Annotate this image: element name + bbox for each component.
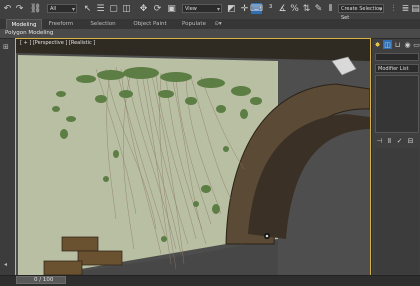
scene-explorer-icon[interactable]: ⊞ <box>3 43 9 51</box>
selection-filter-dropdown[interactable]: All <box>47 4 77 14</box>
rectangular-selection-icon[interactable]: ▢ <box>108 3 119 14</box>
tab-selection[interactable]: Selection <box>86 19 120 29</box>
select-and-rotate-icon[interactable]: ⟳ <box>152 3 163 14</box>
brick <box>61 236 99 252</box>
named-selection-sets-dropdown[interactable]: Create Selection Set <box>338 4 384 21</box>
main-toolbar: ↶ ↷ ⛓ All ↖ ☰ ▢ ◫ ✥ ⟳ ▣ View ◩ ✛ ⌨ ³ ∡ %… <box>0 0 420 21</box>
cursor-icon <box>264 233 270 239</box>
viewport-scene <box>16 39 370 275</box>
redo-icon[interactable]: ↷ <box>14 3 25 14</box>
modify-tab-icon[interactable]: ◫ <box>383 40 392 49</box>
percent-snap-icon[interactable]: % <box>289 3 300 14</box>
brick <box>43 260 83 275</box>
frame-counter: 0 / 100 <box>34 277 54 283</box>
spinner-snap-icon[interactable]: ⇅ <box>301 3 312 14</box>
ribbon-panel-bar: Polygon Modeling <box>0 29 420 39</box>
modifier-list-dropdown[interactable]: Modifier List <box>375 64 419 73</box>
tab-object-paint[interactable]: Object Paint <box>130 19 170 29</box>
configure-sets-icon[interactable]: ⊟ <box>406 136 415 145</box>
select-and-move-icon[interactable]: ✥ <box>138 3 149 14</box>
select-link-icon[interactable]: ⛓ <box>30 3 41 14</box>
display-tab-icon[interactable]: ▭ <box>412 40 420 49</box>
make-unique-icon[interactable]: ✓ <box>395 136 404 145</box>
ribbon-panel-label[interactable]: Polygon Modeling <box>5 29 53 38</box>
tab-populate[interactable]: Populate <box>178 19 210 29</box>
command-panel: ✸ ◫ ⊔ ◉ ▭ Modifier List ⊣ Ⅱ ✓ ⊟ <box>371 39 420 275</box>
scene-explorer-strip: ⊞ ◂ <box>0 39 16 275</box>
tab-freeform[interactable]: Freeform <box>46 19 76 29</box>
select-manipulate-icon[interactable]: ✛ <box>239 3 250 14</box>
select-object-icon[interactable]: ↖ <box>82 3 93 14</box>
window-crossing-icon[interactable]: ◫ <box>121 3 132 14</box>
expand-arrow-icon[interactable]: ◂ <box>4 261 7 268</box>
modifier-stack[interactable] <box>375 75 419 133</box>
undo-icon[interactable]: ↶ <box>2 3 13 14</box>
ribbon-options-button[interactable]: ⊙▾ <box>212 19 224 29</box>
edit-named-selection-icon[interactable]: ✎ <box>313 3 324 14</box>
ribbon-tabs: Modeling Freeform Selection Object Paint… <box>0 19 420 29</box>
align-icon[interactable]: ⫶ <box>388 3 399 14</box>
select-by-name-icon[interactable]: ☰ <box>95 3 106 14</box>
object-name-field[interactable] <box>375 53 419 61</box>
tab-modeling[interactable]: Modeling <box>6 19 42 29</box>
parameters-rollout <box>375 148 419 274</box>
reference-coordinate-dropdown[interactable]: View <box>182 4 222 14</box>
hierarchy-tab-icon[interactable]: ⊔ <box>393 40 402 49</box>
angle-snap-icon[interactable]: ∡ <box>277 3 288 14</box>
pivot-center-icon[interactable]: ◩ <box>226 3 237 14</box>
show-end-result-icon[interactable]: Ⅱ <box>385 136 394 145</box>
snaps-toggle-icon[interactable]: ³ <box>265 3 276 14</box>
perspective-viewport[interactable]: [ + ] [Perspective ] [Realistic ] <box>15 38 371 276</box>
toggle-ribbon-icon[interactable]: ▤ <box>410 3 420 14</box>
viewport-label[interactable]: [ + ] [Perspective ] [Realistic ] <box>20 40 95 46</box>
pin-stack-icon[interactable]: ⊣ <box>375 136 384 145</box>
mirror-icon[interactable]: ⫴ <box>325 3 336 14</box>
create-tab-icon[interactable]: ✸ <box>373 40 382 49</box>
keyboard-shortcut-override-icon[interactable]: ⌨ <box>250 3 263 14</box>
select-and-scale-icon[interactable]: ▣ <box>166 3 177 14</box>
motion-tab-icon[interactable]: ◉ <box>403 40 412 49</box>
brick <box>77 250 123 266</box>
